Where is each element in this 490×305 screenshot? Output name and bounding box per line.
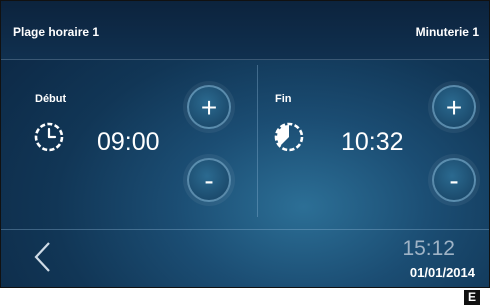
figure-badge: E bbox=[464, 290, 480, 305]
end-minus-button[interactable]: - bbox=[432, 158, 476, 202]
end-time: 10:32 bbox=[341, 128, 404, 156]
panel-divider bbox=[257, 65, 258, 217]
current-time: 15:12 bbox=[402, 237, 455, 260]
start-clock-icon bbox=[34, 122, 64, 152]
end-label: Fin bbox=[275, 93, 292, 105]
timer-title[interactable]: Minuterie 1 bbox=[416, 25, 479, 39]
schedule-title: Plage horaire 1 bbox=[13, 25, 100, 39]
header-bar: Plage horaire 1 Minuterie 1 bbox=[1, 1, 489, 60]
end-plus-button[interactable]: + bbox=[432, 85, 476, 129]
footer-divider bbox=[1, 229, 489, 230]
back-chevron-icon[interactable] bbox=[31, 239, 55, 275]
start-time: 09:00 bbox=[97, 128, 160, 156]
start-plus-button[interactable]: + bbox=[187, 85, 231, 129]
start-label: Début bbox=[35, 93, 67, 105]
thermostat-screen: Plage horaire 1 Minuterie 1 Début 09:00 … bbox=[0, 0, 490, 288]
end-clock-icon bbox=[274, 122, 304, 152]
start-minus-button[interactable]: - bbox=[187, 158, 231, 202]
current-date: 01/01/2014 bbox=[409, 265, 475, 280]
